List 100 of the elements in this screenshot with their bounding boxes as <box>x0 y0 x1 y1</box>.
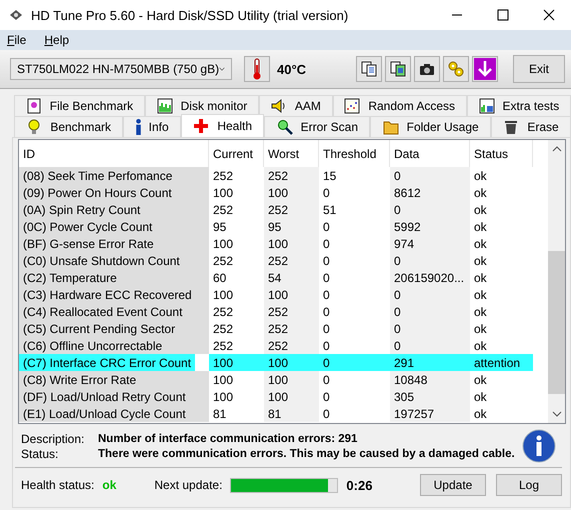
tab[interactable]: Benchmark <box>14 116 124 137</box>
table-cell-text: ok <box>473 236 488 250</box>
table-row[interactable]: (C7) Interface CRC Error Count 100 100 0 291 attention <box>19 354 548 371</box>
scroll-down-icon[interactable] <box>552 411 562 417</box>
scrollbar[interactable] <box>548 140 565 423</box>
table-cell-text: 15 <box>322 168 338 182</box>
table-cell-text: 100 <box>267 372 290 386</box>
table-cell-text: 0 <box>322 220 331 234</box>
table-row[interactable]: (C5) Current Pending Sector 252 252 0 0 ok <box>19 320 548 337</box>
table-cell-text: 291 <box>393 356 416 370</box>
table-cell-text: (0A) Spin Retry Count <box>22 202 142 216</box>
table-cell-text: ok <box>473 186 488 200</box>
table-cell-text: 100 <box>212 236 234 250</box>
table-cell-text: 0 <box>393 304 402 318</box>
copy-button[interactable] <box>385 56 411 82</box>
table-cell-text: ok <box>473 202 488 216</box>
table-cell-text: 252 <box>267 338 290 352</box>
table-cell-text: 100 <box>267 288 290 302</box>
table-cell-text: ok <box>473 254 488 268</box>
table-cell-text: 0 <box>322 356 331 370</box>
table-row[interactable]: (C0) Unsafe Shutdown Count 252 252 0 0 ok <box>19 252 548 269</box>
table-row[interactable]: (C3) Hardware ECC Recovered 100 100 0 0 ok <box>19 286 548 303</box>
table-cell-text: ok <box>473 270 488 284</box>
table-cell-text: ok <box>473 338 488 352</box>
tab[interactable]: Error Scan <box>264 116 370 137</box>
table-cell-text: 0 <box>393 288 402 302</box>
tab[interactable]: Extra tests <box>466 95 571 116</box>
table-row[interactable]: (08) Seek Time Perfomance 252 252 15 0 ok <box>19 167 548 184</box>
table-row[interactable]: (C8) Write Error Rate 100 100 0 10848 ok <box>19 371 548 388</box>
screenshot-button[interactable] <box>414 56 440 82</box>
table-cell-text: ok <box>473 220 488 234</box>
table-cell-text: 0 <box>393 168 402 182</box>
table-cell-text: 0 <box>322 236 331 250</box>
table-cell-text: 51 <box>322 202 338 216</box>
table-row[interactable]: (DF) Load/Unload Retry Count 100 100 0 305 ok <box>19 388 548 405</box>
save-button[interactable] <box>472 56 498 82</box>
table-cell-text: ok <box>473 406 488 420</box>
options-button[interactable] <box>443 56 469 82</box>
table-cell-text: (E1) Load/Unload Cycle Count <box>22 406 187 420</box>
table-row[interactable]: (BF) G-sense Error Rate 100 100 0 974 ok <box>19 235 548 252</box>
status-text: There were communication errors. This may be caused by a damaged cable. <box>98 446 516 460</box>
table-cell-text: 100 <box>267 186 290 200</box>
table-cell-text: (09) Power On Hours Count <box>22 186 173 200</box>
table-row[interactable]: (0C) Power Cycle Count 95 95 0 5992 ok <box>19 218 548 235</box>
temperature-button[interactable] <box>244 56 270 82</box>
action-button[interactable]: Log <box>496 474 562 496</box>
tab[interactable]: Disk monitor <box>144 95 260 116</box>
table-row[interactable]: (C6) Offline Uncorrectable 252 252 0 0 ok <box>19 337 548 354</box>
table-cell-text: 252 <box>212 304 234 318</box>
table-cell-text: 100 <box>267 236 290 250</box>
close-icon[interactable] <box>543 9 555 21</box>
action-button[interactable]: Update <box>420 474 486 496</box>
scroll-up-icon[interactable] <box>552 146 562 152</box>
tab[interactable]: File Benchmark <box>14 95 145 116</box>
tab[interactable]: AAM <box>259 95 333 116</box>
window-title: HD Tune Pro 5.60 - Hard Disk/SSD Utility (trial version) <box>31 8 348 22</box>
table-row[interactable]: (C4) Reallocated Event Count 252 252 0 0 ok <box>19 303 548 320</box>
table-cell-text: 0 <box>322 254 331 268</box>
table-cell-text: 54 <box>267 270 282 284</box>
column-header[interactable]: Status <box>470 140 533 167</box>
description-text: Number of interface communication errors: 291 <box>98 432 358 446</box>
table-row[interactable]: (09) Power On Hours Count 100 100 0 8612 ok <box>19 184 548 201</box>
table-cell-text: 0 <box>393 338 402 352</box>
table-cell-text: 100 <box>212 288 234 302</box>
tab[interactable]: Health <box>181 114 264 137</box>
tab[interactable]: Folder Usage <box>370 116 492 137</box>
column-header[interactable]: Current <box>209 140 264 167</box>
exit-button[interactable]: Exit <box>513 55 565 83</box>
maximize-icon[interactable] <box>497 9 509 21</box>
table-cell-text: 305 <box>393 390 416 404</box>
tab[interactable]: Erase <box>491 116 571 137</box>
menu-item[interactable]: File <box>7 33 26 47</box>
tab[interactable]: Info <box>123 116 181 137</box>
copy-button[interactable] <box>356 56 382 82</box>
table-cell-text: 0 <box>322 372 331 386</box>
table-cell-text: 100 <box>267 356 290 370</box>
table-cell-text: 95 <box>267 220 282 234</box>
column-header[interactable]: Threshold <box>319 140 390 167</box>
table-cell-text: 252 <box>212 254 234 268</box>
table-row[interactable]: (C2) Temperature 60 54 0 206159020... ok <box>19 269 548 286</box>
table-cell-text: 974 <box>393 236 416 250</box>
info-icon <box>522 429 556 463</box>
table-cell-text: 0 <box>393 254 402 268</box>
chart-icon <box>478 98 495 114</box>
info-icon <box>136 119 141 135</box>
description-label: Description: <box>21 432 86 446</box>
table-cell-text: (C6) Offline Uncorrectable <box>22 338 164 352</box>
table-cell-text: ok <box>473 168 488 182</box>
table-cell-text: (C2) Temperature <box>22 270 118 284</box>
table-row[interactable]: (0A) Spin Retry Count 252 252 51 0 ok <box>19 201 548 218</box>
copy-icon <box>361 61 377 77</box>
tab[interactable]: Random Access <box>332 95 467 116</box>
drive-dropdown[interactable]: ST750LM022 HN-M750MBB (750 gB) <box>10 58 232 80</box>
table-cell-text: 197257 <box>393 406 436 420</box>
table-cell-text: 100 <box>212 372 234 386</box>
menu-item[interactable]: Help <box>44 33 70 47</box>
table-cell-text: (0C) Power Cycle Count <box>22 220 154 234</box>
table-cell-text: 100 <box>212 186 234 200</box>
table-cell-text: (C5) Current Pending Sector <box>22 322 176 336</box>
table-row[interactable]: (E1) Load/Unload Cycle Count 81 81 0 197257 ok <box>19 405 548 422</box>
